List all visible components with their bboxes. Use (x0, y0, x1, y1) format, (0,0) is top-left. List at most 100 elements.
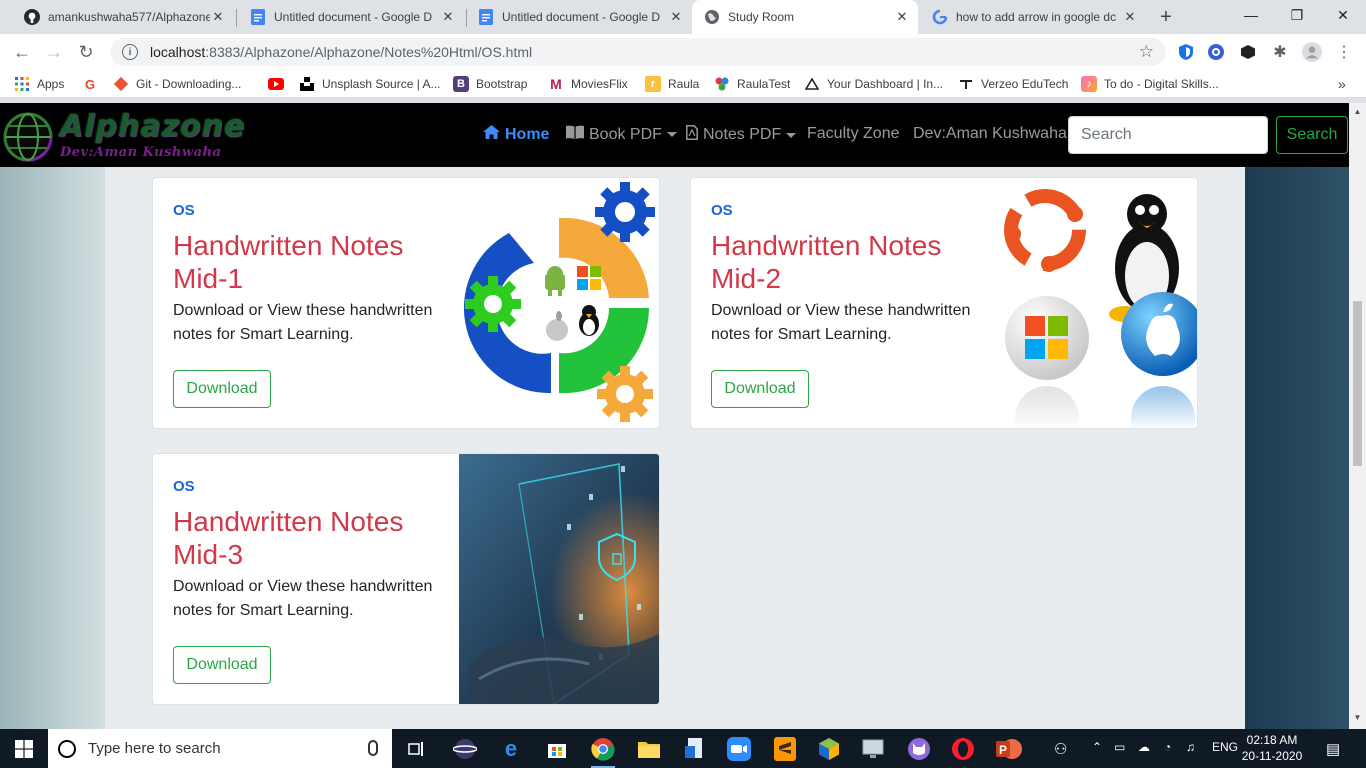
bookmark-todo[interactable]: ♪ To do - Digital Skills... (1081, 75, 1219, 93)
battery-icon[interactable]: ▭ (1114, 740, 1125, 754)
close-window-button[interactable]: ✕ (1320, 0, 1366, 30)
powerpoint-icon[interactable]: P (994, 734, 1024, 764)
nav-book-pdf[interactable]: Book PDF (566, 125, 677, 144)
close-icon[interactable]: ✕ (1122, 9, 1138, 25)
card-title: Handwritten Notes Mid-2 (711, 230, 942, 294)
bookmark-verzeo[interactable]: Verzeo EduTech (958, 75, 1068, 93)
notes-card-mid-2: OS Handwritten Notes Mid-2 Download or V… (690, 177, 1198, 429)
site-logo[interactable]: Alphazone Dev:Aman Kushwaha (2, 107, 272, 163)
site-search-input[interactable]: Search (1068, 116, 1268, 154)
google-docs-icon (250, 9, 266, 25)
bookmark-git[interactable]: Git - Downloading... (113, 75, 241, 93)
document-app-icon[interactable] (680, 734, 710, 764)
globe-icon (704, 9, 720, 25)
profile-avatar[interactable] (1302, 42, 1322, 62)
card-subject-tag: OS (711, 202, 733, 219)
page-scrollbar[interactable]: ▲ ▼ (1349, 103, 1366, 729)
tab-study-room[interactable]: Study Room ✕ (692, 0, 918, 34)
nav-home[interactable]: Home (483, 125, 549, 144)
microphone-icon[interactable] (368, 740, 378, 756)
brand-subtitle: Dev:Aman Kushwaha (60, 145, 222, 160)
sublime-text-icon[interactable] (770, 734, 800, 764)
info-icon[interactable]: i (122, 44, 138, 60)
bootstrap-icon: B (453, 76, 469, 92)
language-indicator[interactable]: ENG (1212, 740, 1238, 754)
download-button[interactable]: Download (711, 370, 809, 408)
bookmark-bootstrap[interactable]: B Bootstrap (453, 75, 527, 93)
site-search-button[interactable]: Search (1276, 116, 1348, 154)
close-icon[interactable]: ✕ (668, 9, 684, 25)
edge-browser-icon[interactable]: e (496, 734, 526, 764)
google-icon: G (84, 76, 96, 92)
cube-extension-icon[interactable] (1238, 42, 1258, 62)
verzeo-icon (958, 76, 974, 92)
zoom-icon[interactable] (724, 734, 754, 764)
pdf-file-icon (686, 125, 698, 145)
minimize-button[interactable]: — (1228, 0, 1274, 30)
menu-kebab-icon[interactable]: ⋮ (1334, 42, 1354, 62)
bookmark-moviesflix[interactable]: M MoviesFlix (548, 75, 628, 93)
more-bookmarks-button[interactable]: » (1338, 75, 1346, 93)
nav-developer[interactable]: Dev:Aman Kushwaha (913, 125, 1067, 143)
store-icon[interactable] (542, 734, 572, 764)
task-view-icon[interactable] (402, 734, 432, 764)
git-icon (113, 76, 129, 92)
close-icon[interactable]: ✕ (210, 9, 226, 25)
puzzle-extensions-icon[interactable]: ✱ (1270, 42, 1290, 62)
shield-extension-icon[interactable] (1176, 42, 1196, 62)
vpn-extension-icon[interactable] (1206, 42, 1226, 62)
scrollbar-thumb[interactable] (1353, 301, 1362, 466)
back-icon[interactable]: ← (8, 38, 36, 66)
page-viewport: Alphazone Dev:Aman Kushwaha Home Book PD… (0, 103, 1349, 729)
people-icon[interactable]: ⚇ (1054, 740, 1067, 758)
card-description: Download or View these handwritten notes… (173, 578, 433, 619)
windows-start-icon[interactable] (9, 734, 39, 764)
book-icon (566, 125, 584, 144)
close-icon[interactable]: ✕ (894, 9, 910, 25)
bookmark-unsplash[interactable]: Unsplash Source | A... (299, 75, 441, 93)
taskbar-search-box[interactable]: Type here to search (48, 729, 392, 768)
github-icon (24, 9, 40, 25)
show-hidden-icons-icon[interactable]: ⌃ (1092, 740, 1102, 754)
system-clock[interactable]: 02:18 AM 20-11-2020 (1240, 732, 1304, 764)
bookmark-raulatest[interactable]: RaulaTest (714, 75, 790, 93)
nav-faculty-zone[interactable]: Faculty Zone (807, 125, 899, 143)
netbeans-icon[interactable] (814, 734, 844, 764)
browser-toolbar: ← → ↻ i localhost:8383/Alphazone/Alphazo… (0, 34, 1366, 70)
tab-docs-1[interactable]: Untitled document - Google D ✕ (238, 0, 464, 34)
cat-app-icon[interactable] (904, 734, 934, 764)
bookmark-raula[interactable]: r Raula (645, 75, 699, 93)
address-bar[interactable]: i localhost:8383/Alphazone/Alphazone/Not… (110, 38, 1166, 66)
nav-notes-pdf[interactable]: Notes PDF (686, 125, 797, 145)
bookmark-apps[interactable]: Apps (14, 75, 64, 93)
notification-center-icon[interactable]: ▤ (1326, 740, 1340, 758)
chrome-icon[interactable] (588, 734, 618, 768)
close-icon[interactable]: ✕ (440, 9, 456, 25)
tab-google-search[interactable]: how to add arrow in google dc ✕ (920, 0, 1146, 34)
tab-github[interactable]: amankushwaha577/Alphazone ✕ (12, 0, 234, 34)
notes-card-mid-1: OS Handwritten Notes Mid-1 Download or V… (152, 177, 660, 429)
download-button[interactable]: Download (173, 646, 271, 684)
youtube-icon (268, 76, 284, 92)
apps-grid-icon (14, 76, 30, 92)
reload-icon[interactable]: ↻ (72, 38, 100, 66)
screen-app-icon[interactable] (858, 734, 888, 764)
bookmark-google[interactable]: G (82, 75, 105, 93)
app-icon-planet[interactable] (450, 734, 480, 764)
wifi-icon[interactable]: ◔ (1164, 740, 1171, 754)
tab-docs-2[interactable]: Untitled document - Google D ✕ (466, 0, 692, 34)
home-icon (483, 125, 500, 144)
tab-title: Study Room (728, 10, 795, 24)
download-button[interactable]: Download (173, 370, 271, 408)
volume-icon[interactable]: ♫ (1186, 740, 1195, 754)
bookmark-youtube[interactable] (268, 75, 291, 93)
forward-icon[interactable]: → (40, 38, 68, 66)
cloud-icon[interactable]: ☁ (1138, 740, 1150, 754)
bookmark-star-icon[interactable]: ☆ (1139, 42, 1154, 62)
opera-icon[interactable] (948, 734, 978, 764)
bookmark-dashboard[interactable]: Your Dashboard | In... (804, 75, 943, 93)
maximize-button[interactable]: ❐ (1274, 0, 1320, 30)
new-tab-button[interactable]: + (1154, 5, 1178, 29)
svg-text:P: P (999, 743, 1007, 757)
file-explorer-icon[interactable] (634, 734, 664, 764)
